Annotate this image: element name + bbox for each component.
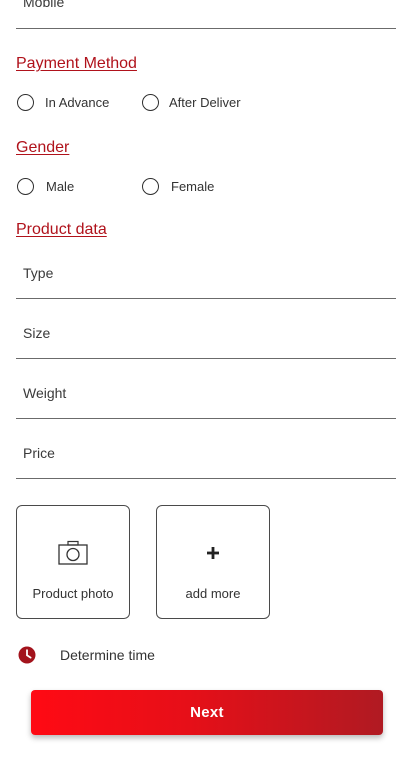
- radio-label: After Deliver: [169, 95, 241, 110]
- radio-circle[interactable]: [142, 178, 159, 195]
- radio-label: In Advance: [45, 95, 110, 110]
- weight-field-label: Weight: [23, 385, 67, 401]
- radio-label: Male: [46, 179, 75, 194]
- gender-title: Gender: [16, 139, 70, 156]
- radio-after-deliver[interactable]: After Deliver: [142, 94, 241, 111]
- mobile-field-label: Mobile: [23, 0, 65, 10]
- type-field-label: Type: [23, 265, 54, 281]
- payment-method-title: Payment Method: [16, 55, 137, 72]
- plus-icon: [157, 538, 269, 568]
- radio-circle[interactable]: [17, 178, 34, 195]
- radio-male[interactable]: Male: [17, 178, 74, 195]
- clock-icon: [18, 646, 36, 664]
- radio-circle[interactable]: [17, 94, 34, 111]
- add-more-button[interactable]: add more: [156, 505, 270, 619]
- product-photo-button[interactable]: Product photo: [16, 505, 130, 619]
- product-photo-label: Product photo: [32, 586, 114, 601]
- determine-time-label: Determine time: [60, 647, 155, 663]
- weight-field[interactable]: Weight: [16, 370, 396, 419]
- product-data-title: Product data: [16, 221, 107, 238]
- price-field[interactable]: Price: [16, 430, 396, 479]
- camera-icon: [17, 538, 129, 568]
- radio-female[interactable]: Female: [142, 178, 214, 195]
- mobile-field[interactable]: Mobile: [16, 0, 396, 29]
- radio-in-advance[interactable]: In Advance: [17, 94, 109, 111]
- size-field-label: Size: [23, 325, 51, 341]
- type-field[interactable]: Type: [16, 250, 396, 299]
- radio-label: Female: [171, 179, 215, 194]
- next-button[interactable]: Next: [31, 690, 383, 735]
- determine-time-row[interactable]: Determine time: [18, 646, 155, 664]
- size-field[interactable]: Size: [16, 310, 396, 359]
- radio-circle[interactable]: [142, 94, 159, 111]
- price-field-label: Price: [23, 445, 55, 461]
- add-more-label: add more: [185, 586, 241, 601]
